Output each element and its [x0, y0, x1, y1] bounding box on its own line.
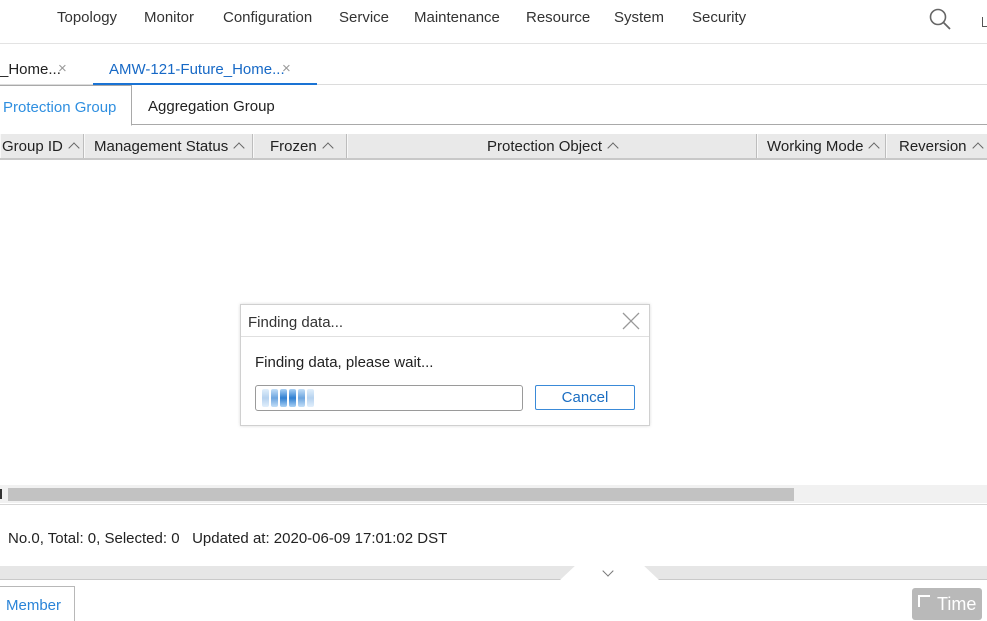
progress-bar: [255, 385, 523, 411]
horizontal-scrollbar[interactable]: [0, 485, 987, 503]
status-text: No.0, Total: 0, Selected: 0 Updated at: …: [8, 530, 448, 547]
menu-monitor[interactable]: Monitor: [144, 9, 194, 26]
cancel-button[interactable]: Cancel: [535, 385, 635, 410]
sub-tabs: Protection Group Aggregation Group: [0, 85, 987, 126]
menu-resource[interactable]: Resource: [526, 9, 590, 26]
column-label: Management Status: [94, 138, 229, 155]
doc-tab-amw-121[interactable]: AMW-121-Future_Home... ×: [93, 56, 317, 85]
status-selected: Selected: 0: [104, 530, 180, 547]
menu-maintenance[interactable]: Maintenance: [414, 9, 500, 26]
progress-segment: [280, 389, 287, 407]
column-header-working-mode[interactable]: Working Mode: [757, 134, 886, 158]
close-icon[interactable]: [620, 310, 642, 332]
sort-asc-icon: [971, 142, 984, 154]
progress-segment: [289, 389, 296, 407]
tab-aggregation-group[interactable]: Aggregation Group: [132, 85, 292, 125]
close-icon[interactable]: ×: [282, 60, 291, 77]
doc-tab-label: _Home...: [0, 61, 61, 78]
status-total: Total: 0: [47, 530, 97, 547]
chevron-down-icon: [602, 566, 614, 577]
tab-label: Protection Group: [3, 99, 117, 116]
search-icon[interactable]: [928, 7, 952, 31]
top-menu-bar: Topology Monitor Configuration Service M…: [0, 0, 987, 44]
column-label: Frozen: [270, 138, 317, 155]
panel-splitter[interactable]: [0, 566, 987, 580]
tab-label: Member: [6, 597, 62, 614]
progress-segment: [298, 389, 305, 407]
menu-topology[interactable]: Topology: [57, 9, 117, 26]
progress-segment: [271, 389, 278, 407]
tab-member[interactable]: Member: [0, 586, 75, 621]
finding-data-dialog: Finding data... Finding data, please wai…: [240, 304, 650, 426]
menu-system[interactable]: System: [614, 9, 664, 26]
tab-label: Aggregation Group: [148, 98, 275, 115]
sort-asc-icon: [868, 142, 881, 154]
column-label: Group ID: [2, 138, 63, 155]
scroll-left-marker: [0, 489, 2, 499]
bottom-panel: Member Time: [0, 580, 987, 621]
status-updated: Updated at: 2020-06-09 17:01:02 DST: [192, 530, 448, 547]
column-header-management-status[interactable]: Management Status: [84, 134, 253, 158]
dialog-title: Finding data...: [248, 314, 344, 331]
close-icon[interactable]: ×: [58, 60, 67, 77]
tab-protection-group[interactable]: Protection Group: [0, 85, 132, 126]
dialog-divider: [241, 336, 649, 337]
progress-segment: [307, 389, 314, 407]
doc-tab-label: AMW-121-Future_Home...: [109, 61, 285, 78]
user-menu-icon[interactable]: [982, 17, 987, 27]
collapse-toggle[interactable]: [560, 566, 659, 580]
sort-asc-icon: [607, 142, 619, 154]
menu-configuration[interactable]: Configuration: [223, 9, 312, 26]
menu-service[interactable]: Service: [339, 9, 389, 26]
column-label: Working Mode: [767, 138, 864, 155]
time-corner-icon: [918, 595, 930, 607]
column-label: Protection Object: [487, 138, 603, 155]
column-header-group-id[interactable]: Group ID: [0, 134, 84, 158]
column-header-reversion[interactable]: Reversion: [886, 134, 987, 158]
menu-security[interactable]: Security: [692, 9, 746, 26]
doc-tab-home[interactable]: _Home... ×: [0, 56, 78, 85]
document-tabs: _Home... × AMW-121-Future_Home... ×: [0, 44, 987, 85]
column-label: Reversion: [899, 138, 967, 155]
progress-segment: [262, 389, 269, 407]
time-button[interactable]: Time: [912, 588, 982, 620]
status-bar: No.0, Total: 0, Selected: 0 Updated at: …: [0, 504, 987, 566]
dialog-message: Finding data, please wait...: [255, 354, 434, 371]
table-header: Group ID Management Status Frozen Protec…: [0, 134, 987, 160]
sort-asc-icon: [322, 142, 334, 154]
scrollbar-thumb[interactable]: [8, 488, 794, 501]
sort-asc-icon: [233, 142, 245, 154]
column-header-frozen[interactable]: Frozen: [253, 134, 347, 158]
time-label: Time: [937, 594, 977, 614]
sort-asc-icon: [68, 142, 80, 154]
status-record-no: No.0: [8, 530, 40, 547]
column-header-protection-object[interactable]: Protection Object: [347, 134, 757, 158]
